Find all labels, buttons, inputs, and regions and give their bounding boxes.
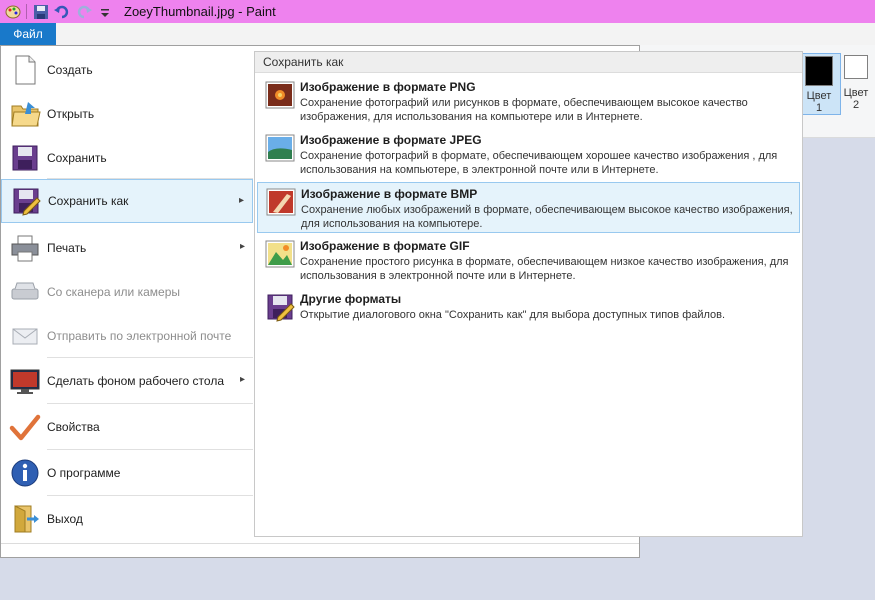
printer-icon: [11, 235, 39, 262]
save-icon: [12, 145, 38, 171]
menu-item-email[interactable]: Отправить по электронной почте: [1, 314, 253, 358]
format-description: Сохранение фотографий или рисунков в фор…: [300, 97, 748, 123]
new-file-icon: [15, 55, 36, 85]
menu-item-new[interactable]: Создать: [1, 48, 253, 92]
menu-item-desktop-background[interactable]: Сделать фоном рабочего стола ▸: [1, 359, 253, 403]
info-icon: [11, 459, 39, 487]
scanner-icon: [11, 282, 39, 300]
exit-icon: [14, 505, 39, 533]
menu-item-scanner[interactable]: Со сканера или камеры: [1, 270, 253, 314]
redo-icon[interactable]: [76, 4, 92, 20]
color1-label-line1: Цвет: [806, 90, 832, 102]
menu-item-open[interactable]: Открыть: [1, 92, 253, 136]
menu-item-print[interactable]: Печать ▸: [1, 226, 253, 270]
email-icon: [12, 328, 38, 345]
format-title: Изображение в формате BMP: [301, 187, 478, 201]
color1-swatch: [805, 56, 833, 86]
format-title: Изображение в формате PNG: [300, 80, 476, 94]
ribbon-tab-strip: [0, 23, 875, 46]
save-icon[interactable]: [33, 4, 49, 20]
menu-item-label: Сохранить: [47, 151, 107, 165]
color2-label-line2: 2: [852, 99, 860, 111]
submenu-arrow-icon: ▸: [238, 195, 244, 206]
menu-item-label: Открыть: [47, 107, 95, 121]
jpeg-image-icon: [265, 134, 295, 162]
menu-item-properties[interactable]: Свойства: [1, 405, 253, 449]
menu-item-save[interactable]: Сохранить: [1, 136, 253, 180]
paint-app-icon[interactable]: [5, 4, 21, 20]
gif-image-icon: [265, 240, 295, 268]
file-tab[interactable]: Файл: [0, 23, 56, 45]
menu-item-label: Сохранить как: [48, 194, 129, 208]
format-description: Сохранение фотографий в формате, обеспеч…: [300, 150, 778, 176]
properties-checkmark-icon: [9, 414, 41, 441]
menu-item-label: Выход: [47, 512, 83, 526]
open-folder-icon: [11, 102, 41, 127]
menu-item-label: Со сканера или камеры: [47, 285, 180, 299]
format-description: Сохранение простого рисунка в формате, о…: [300, 256, 789, 282]
menu-separator: [47, 403, 253, 404]
color2-button[interactable]: Цвет 2: [841, 55, 871, 115]
menu-separator: [47, 357, 253, 358]
color2-label-line1: Цвет: [843, 87, 869, 99]
format-png-item[interactable]: Изображение в формате PNG Сохранение фот…: [257, 76, 800, 127]
menu-item-exit[interactable]: Выход: [1, 497, 253, 541]
color1-label-line2: 1: [815, 102, 823, 114]
menu-item-label: Печать: [47, 241, 87, 255]
submenu-arrow-icon: ▸: [239, 241, 245, 252]
save-as-icon: [13, 188, 41, 216]
title-bar: ZoeyThumbnail.jpg - Paint: [0, 0, 875, 23]
save-as-panel-header: Сохранить как: [255, 52, 802, 73]
menu-item-label: О программе: [47, 466, 121, 480]
color1-button[interactable]: Цвет 1: [797, 53, 841, 115]
format-title: Изображение в формате GIF: [300, 239, 470, 253]
menu-bottom-divider: [1, 543, 639, 544]
color2-swatch: [844, 55, 868, 79]
menu-separator: [47, 449, 253, 450]
submenu-arrow-icon: ▸: [239, 374, 245, 385]
menu-item-save-as[interactable]: Сохранить как ▸: [1, 179, 253, 223]
menu-item-label: Отправить по электронной почте: [47, 329, 232, 343]
undo-icon[interactable]: [54, 4, 70, 20]
format-title: Изображение в формате JPEG: [300, 133, 482, 147]
desktop-background-icon: [10, 369, 40, 394]
menu-item-label: Создать: [47, 63, 93, 77]
png-image-icon: [265, 81, 295, 109]
format-jpeg-item[interactable]: Изображение в формате JPEG Сохранение фо…: [257, 129, 800, 180]
other-formats-icon: [267, 294, 295, 322]
bmp-image-icon: [266, 188, 296, 216]
menu-item-about[interactable]: О программе: [1, 451, 253, 495]
format-description: Сохранение любых изображений в формате, …: [301, 204, 793, 230]
window-title: ZoeyThumbnail.jpg - Paint: [124, 4, 276, 19]
menu-item-label: Свойства: [47, 420, 100, 434]
save-as-panel: Сохранить как Изображение в формате PNG …: [254, 51, 803, 537]
menu-separator: [47, 495, 253, 496]
format-other-item[interactable]: Другие форматы Открытие диалогового окна…: [257, 288, 800, 339]
file-menu-commands: Создать Открыть Сохранить Сохранить как …: [1, 46, 253, 543]
file-menu: Создать Открыть Сохранить Сохранить как …: [0, 45, 803, 558]
format-description: Открытие диалогового окна "Сохранить как…: [300, 309, 726, 321]
format-title: Другие форматы: [300, 292, 402, 306]
format-gif-item[interactable]: Изображение в формате GIF Сохранение про…: [257, 235, 800, 286]
customize-icon[interactable]: [97, 4, 113, 20]
menu-item-label: Сделать фоном рабочего стола: [47, 374, 224, 388]
menu-separator: [47, 178, 253, 179]
format-bmp-item[interactable]: Изображение в формате BMP Сохранение люб…: [257, 182, 800, 233]
